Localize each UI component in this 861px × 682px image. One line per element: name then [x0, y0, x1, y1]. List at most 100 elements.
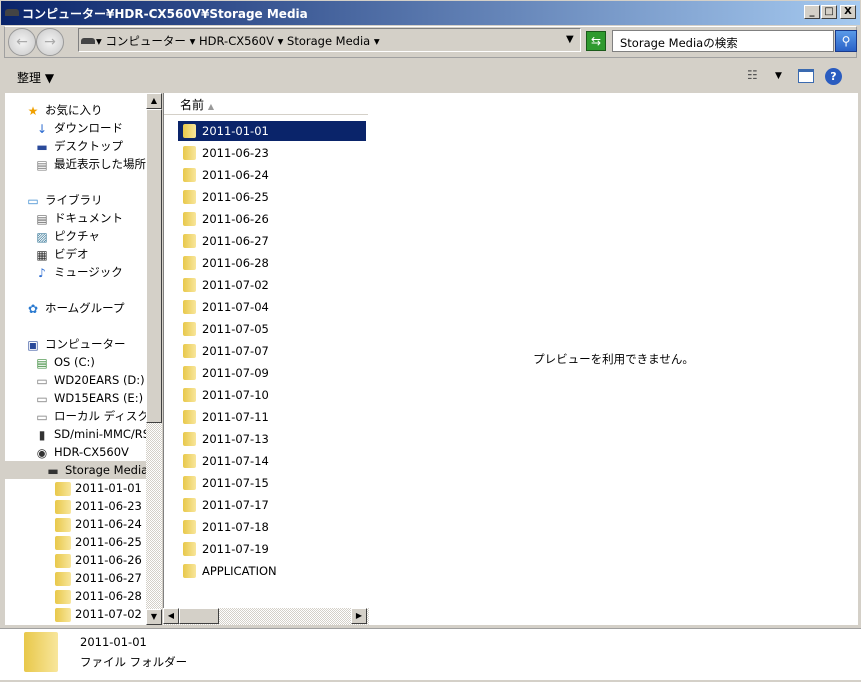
list-item-name: 2011-07-04	[202, 300, 269, 314]
scroll-left-button[interactable]: ◀	[163, 608, 179, 624]
folder-icon	[183, 520, 196, 534]
list-item[interactable]: 2011-06-24	[178, 165, 366, 185]
search-icon[interactable]: ⚲	[835, 30, 857, 52]
close-button[interactable]: X	[840, 5, 856, 19]
nav-scrollbar[interactable]: ▲ ▼	[146, 93, 162, 625]
nav-item[interactable]: 2011-06-27	[55, 569, 142, 587]
help-icon[interactable]: ?	[825, 68, 842, 85]
list-item[interactable]: 2011-07-10	[178, 385, 366, 405]
list-item[interactable]: 2011-07-11	[178, 407, 366, 427]
list-item[interactable]: 2011-07-18	[178, 517, 366, 537]
scroll-down-button[interactable]: ▼	[146, 609, 162, 625]
folder-icon	[55, 571, 71, 586]
folder-icon	[183, 454, 196, 468]
preview-pane-icon[interactable]	[798, 69, 814, 83]
list-item[interactable]: 2011-01-01	[178, 121, 366, 141]
nav-item[interactable]: 2011-06-28	[55, 587, 142, 605]
nav-item-label: ライブラリ	[45, 193, 103, 207]
nav-item[interactable]: ▨ ピクチャ	[34, 227, 100, 245]
scroll-thumb[interactable]	[179, 608, 219, 624]
nav-item[interactable]: 2011-06-24	[55, 515, 142, 533]
list-item[interactable]: 2011-07-07	[178, 341, 366, 361]
refresh-button[interactable]: ⇆	[586, 31, 606, 51]
breadcrumb-device[interactable]: HDR-CX560V	[199, 34, 274, 48]
list-item-name: 2011-07-19	[202, 542, 269, 556]
minimize-button[interactable]: _	[804, 5, 820, 19]
nav-item[interactable]: ▭ WD15EARS (E:)	[34, 389, 143, 407]
list-item[interactable]: 2011-07-15	[178, 473, 366, 493]
nav-item[interactable]: ▬ デスクトップ	[34, 137, 123, 155]
drive-icon: ▭	[36, 391, 48, 406]
breadcrumb-sep[interactable]: ▾	[190, 34, 199, 48]
nav-item[interactable]: ▭ ローカル ディスク (G:)	[34, 407, 146, 425]
list-item-name: 2011-07-13	[202, 432, 269, 446]
nav-item[interactable]: 2011-06-26	[55, 551, 142, 569]
nav-item[interactable]: 2011-06-23	[55, 497, 142, 515]
search-input[interactable]: Storage Mediaの検索	[612, 30, 834, 52]
window-title: コンピューター¥HDR-CX560V¥Storage Media	[22, 7, 308, 21]
forward-button[interactable]: →	[36, 28, 64, 56]
nav-item[interactable]: ▤ 最近表示した場所	[34, 155, 146, 173]
nav-item[interactable]: ▮ SD/mini-MMC/RS	[34, 425, 146, 443]
list-item[interactable]: 2011-07-04	[178, 297, 366, 317]
folder-icon	[183, 256, 196, 270]
breadcrumb-storage[interactable]: Storage Media	[287, 34, 370, 48]
list-item[interactable]: 2011-06-25	[178, 187, 366, 207]
folder-icon	[183, 168, 196, 182]
nav-item[interactable]: 2011-07-02	[55, 605, 142, 623]
list-item[interactable]: 2011-07-02	[178, 275, 366, 295]
breadcrumb-sep[interactable]: ▾	[374, 34, 380, 48]
details-type: ファイル フォルダー	[80, 655, 188, 669]
address-history-dropdown[interactable]: ▼	[566, 34, 574, 45]
nav-item[interactable]: ▤ ドキュメント	[34, 209, 123, 227]
list-item[interactable]: 2011-07-17	[178, 495, 366, 515]
view-dropdown-icon[interactable]: ▼	[775, 71, 782, 81]
breadcrumb: ▾ コンピューター ▾ HDR-CX560V ▾ Storage Media ▾	[96, 33, 380, 49]
column-header-name[interactable]: 名前 ▲	[164, 93, 368, 115]
list-item[interactable]: 2011-07-14	[178, 451, 366, 471]
list-item[interactable]: 2011-06-27	[178, 231, 366, 251]
breadcrumb-computer[interactable]: コンピューター	[105, 34, 186, 48]
list-item[interactable]: 2011-06-28	[178, 253, 366, 273]
nav-item-label: ミュージック	[54, 265, 123, 279]
nav-item[interactable]: ▣ コンピューター	[25, 335, 125, 353]
nav-item[interactable]: ◉ HDR-CX560V	[34, 443, 129, 461]
list-item[interactable]: 2011-06-26	[178, 209, 366, 229]
nav-item[interactable]: ▭ ライブラリ	[25, 191, 103, 209]
recent-places-icon: ▤	[36, 157, 48, 172]
nav-item[interactable]: ▭ WD20EARS (D:)	[34, 371, 144, 389]
view-options-icon[interactable]: ☷	[747, 68, 758, 82]
maximize-button[interactable]: □	[821, 5, 837, 19]
drive-icon: ▭	[36, 409, 48, 424]
pictures-icon: ▨	[36, 229, 48, 244]
nav-item[interactable]: 2011-01-01	[55, 479, 142, 497]
nav-item-label: ホームグループ	[45, 301, 125, 315]
list-item-name: 2011-06-27	[202, 234, 269, 248]
nav-item[interactable]: ✿ ホームグループ	[25, 299, 125, 317]
list-horizontal-scrollbar[interactable]: ◀ ▶	[163, 608, 369, 625]
scroll-thumb[interactable]	[146, 109, 162, 423]
list-item[interactable]: 2011-07-05	[178, 319, 366, 339]
list-item[interactable]: 2011-06-23	[178, 143, 366, 163]
nav-item[interactable]: ▤ OS (C:)	[34, 353, 95, 371]
nav-item[interactable]: ▬ Storage Media	[5, 461, 146, 479]
list-item[interactable]: 2011-07-13	[178, 429, 366, 449]
nav-item[interactable]: ▦ ビデオ	[34, 245, 88, 263]
scroll-right-button[interactable]: ▶	[351, 608, 367, 624]
list-item[interactable]: APPLICATION	[178, 561, 366, 581]
breadcrumb-sep[interactable]: ▾	[278, 34, 287, 48]
list-item-name: 2011-07-05	[202, 322, 269, 336]
nav-item-label: 2011-06-23	[75, 499, 142, 513]
nav-item[interactable]: 2011-06-25	[55, 533, 142, 551]
list-item[interactable]: 2011-07-09	[178, 363, 366, 383]
back-button[interactable]: ←	[8, 28, 36, 56]
list-item-name: 2011-06-23	[202, 146, 269, 160]
scroll-up-button[interactable]: ▲	[146, 93, 162, 109]
organize-button[interactable]: 整理 ▼	[17, 69, 54, 86]
libraries-icon: ▭	[27, 193, 39, 208]
nav-item[interactable]: ★ お気に入り	[25, 101, 103, 119]
command-bar	[0, 60, 861, 93]
list-item[interactable]: 2011-07-19	[178, 539, 366, 559]
nav-item[interactable]: ↓ ダウンロード	[34, 119, 123, 137]
nav-item[interactable]: ♪ ミュージック	[34, 263, 123, 281]
